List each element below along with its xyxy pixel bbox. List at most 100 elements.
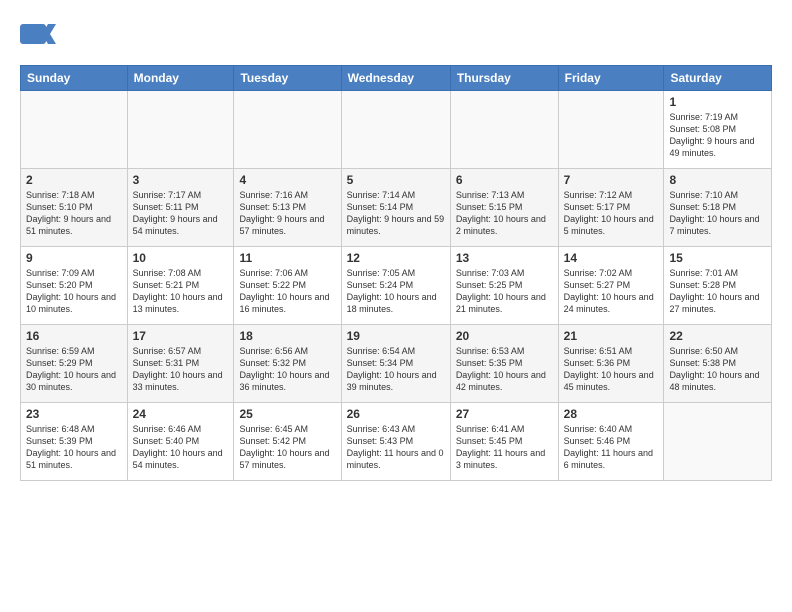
day-number: 16 [26,329,122,343]
calendar-cell: 18 Sunrise: 6:56 AM Sunset: 5:32 PM Dayli… [234,325,341,403]
day-number: 21 [564,329,659,343]
day-info: Sunrise: 6:54 AM Sunset: 5:34 PM Dayligh… [347,345,445,394]
day-info: Sunrise: 7:05 AM Sunset: 5:24 PM Dayligh… [347,267,445,316]
day-number: 10 [133,251,229,265]
day-number: 19 [347,329,445,343]
day-info: Sunrise: 6:51 AM Sunset: 5:36 PM Dayligh… [564,345,659,394]
day-number: 17 [133,329,229,343]
calendar-cell: 24 Sunrise: 6:46 AM Sunset: 5:40 PM Dayli… [127,403,234,481]
calendar-cell: 26 Sunrise: 6:43 AM Sunset: 5:43 PM Dayli… [341,403,450,481]
day-number: 3 [133,173,229,187]
calendar-table: SundayMondayTuesdayWednesdayThursdayFrid… [20,65,772,481]
calendar-week-5: 23 Sunrise: 6:48 AM Sunset: 5:39 PM Dayli… [21,403,772,481]
day-info: Sunrise: 7:06 AM Sunset: 5:22 PM Dayligh… [239,267,335,316]
calendar-cell: 14Sunrise: 7:02 AM Sunset: 5:27 PM Dayli… [558,247,664,325]
day-header-tuesday: Tuesday [234,66,341,91]
day-info: Sunrise: 7:12 AM Sunset: 5:17 PM Dayligh… [564,189,659,238]
day-number: 4 [239,173,335,187]
day-info: Sunrise: 6:50 AM Sunset: 5:38 PM Dayligh… [669,345,766,394]
day-number: 7 [564,173,659,187]
calendar-cell: 15 Sunrise: 7:01 AM Sunset: 5:28 PM Dayli… [664,247,772,325]
calendar-cell: 8Sunrise: 7:10 AM Sunset: 5:18 PM Daylig… [664,169,772,247]
calendar-week-4: 16 Sunrise: 6:59 AM Sunset: 5:29 PM Dayli… [21,325,772,403]
day-number: 23 [26,407,122,421]
calendar-cell: 4 Sunrise: 7:16 AM Sunset: 5:13 PM Daylig… [234,169,341,247]
calendar-cell: 23 Sunrise: 6:48 AM Sunset: 5:39 PM Dayli… [21,403,128,481]
day-number: 12 [347,251,445,265]
day-info: Sunrise: 6:45 AM Sunset: 5:42 PM Dayligh… [239,423,335,472]
day-number: 22 [669,329,766,343]
day-number: 18 [239,329,335,343]
day-number: 28 [564,407,659,421]
calendar-cell: 10 Sunrise: 7:08 AM Sunset: 5:21 PM Dayli… [127,247,234,325]
day-number: 15 [669,251,766,265]
calendar-cell: 7 Sunrise: 7:12 AM Sunset: 5:17 PM Daylig… [558,169,664,247]
day-info: Sunrise: 7:16 AM Sunset: 5:13 PM Dayligh… [239,189,335,238]
day-number: 1 [669,95,766,109]
calendar-week-2: 2Sunrise: 7:18 AM Sunset: 5:10 PM Daylig… [21,169,772,247]
calendar-cell: 28Sunrise: 6:40 AM Sunset: 5:46 PM Dayli… [558,403,664,481]
calendar-cell: 16 Sunrise: 6:59 AM Sunset: 5:29 PM Dayli… [21,325,128,403]
calendar-cell [127,91,234,169]
calendar-cell: 27 Sunrise: 6:41 AM Sunset: 5:45 PM Dayli… [450,403,558,481]
calendar-week-1: 1 Sunrise: 7:19 AM Sunset: 5:08 PM Daylig… [21,91,772,169]
calendar-cell: 3 Sunrise: 7:17 AM Sunset: 5:11 PM Daylig… [127,169,234,247]
day-info: Sunrise: 6:41 AM Sunset: 5:45 PM Dayligh… [456,423,553,472]
day-number: 8 [669,173,766,187]
day-number: 24 [133,407,229,421]
calendar-cell: 22 Sunrise: 6:50 AM Sunset: 5:38 PM Dayli… [664,325,772,403]
calendar-week-3: 9Sunrise: 7:09 AM Sunset: 5:20 PM Daylig… [21,247,772,325]
day-header-friday: Friday [558,66,664,91]
calendar-cell: 9Sunrise: 7:09 AM Sunset: 5:20 PM Daylig… [21,247,128,325]
calendar-cell: 21 Sunrise: 6:51 AM Sunset: 5:36 PM Dayli… [558,325,664,403]
day-header-monday: Monday [127,66,234,91]
day-header-thursday: Thursday [450,66,558,91]
day-header-sunday: Sunday [21,66,128,91]
day-number: 9 [26,251,122,265]
calendar-cell: 5Sunrise: 7:14 AM Sunset: 5:14 PM Daylig… [341,169,450,247]
calendar-cell: 13 Sunrise: 7:03 AM Sunset: 5:25 PM Dayli… [450,247,558,325]
day-number: 13 [456,251,553,265]
calendar-cell: 12 Sunrise: 7:05 AM Sunset: 5:24 PM Dayli… [341,247,450,325]
header [20,16,772,57]
logo [20,16,60,57]
calendar-cell: 2Sunrise: 7:18 AM Sunset: 5:10 PM Daylig… [21,169,128,247]
day-info: Sunrise: 7:08 AM Sunset: 5:21 PM Dayligh… [133,267,229,316]
calendar-header-row: SundayMondayTuesdayWednesdayThursdayFrid… [21,66,772,91]
calendar-cell: 1 Sunrise: 7:19 AM Sunset: 5:08 PM Daylig… [664,91,772,169]
day-number: 27 [456,407,553,421]
day-number: 26 [347,407,445,421]
day-info: Sunrise: 6:56 AM Sunset: 5:32 PM Dayligh… [239,345,335,394]
day-info: Sunrise: 7:03 AM Sunset: 5:25 PM Dayligh… [456,267,553,316]
day-number: 6 [456,173,553,187]
calendar-cell: 6 Sunrise: 7:13 AM Sunset: 5:15 PM Daylig… [450,169,558,247]
day-number: 11 [239,251,335,265]
day-info: Sunrise: 7:01 AM Sunset: 5:28 PM Dayligh… [669,267,766,316]
day-info: Sunrise: 7:17 AM Sunset: 5:11 PM Dayligh… [133,189,229,238]
calendar-cell: 20 Sunrise: 6:53 AM Sunset: 5:35 PM Dayli… [450,325,558,403]
calendar-cell: 25 Sunrise: 6:45 AM Sunset: 5:42 PM Dayli… [234,403,341,481]
day-number: 2 [26,173,122,187]
day-info: Sunrise: 6:48 AM Sunset: 5:39 PM Dayligh… [26,423,122,472]
calendar-cell [234,91,341,169]
day-header-saturday: Saturday [664,66,772,91]
day-number: 5 [347,173,445,187]
day-info: Sunrise: 6:53 AM Sunset: 5:35 PM Dayligh… [456,345,553,394]
calendar-cell [341,91,450,169]
day-number: 14 [564,251,659,265]
calendar-cell [558,91,664,169]
calendar-cell [664,403,772,481]
logo-icon [20,16,56,52]
day-number: 20 [456,329,553,343]
day-header-wednesday: Wednesday [341,66,450,91]
day-info: Sunrise: 7:13 AM Sunset: 5:15 PM Dayligh… [456,189,553,238]
calendar-cell [21,91,128,169]
day-info: Sunrise: 6:59 AM Sunset: 5:29 PM Dayligh… [26,345,122,394]
day-number: 25 [239,407,335,421]
calendar-cell: 19 Sunrise: 6:54 AM Sunset: 5:34 PM Dayli… [341,325,450,403]
calendar-cell: 17Sunrise: 6:57 AM Sunset: 5:31 PM Dayli… [127,325,234,403]
page: SundayMondayTuesdayWednesdayThursdayFrid… [0,0,792,612]
day-info: Sunrise: 6:46 AM Sunset: 5:40 PM Dayligh… [133,423,229,472]
day-info: Sunrise: 6:43 AM Sunset: 5:43 PM Dayligh… [347,423,445,472]
day-info: Sunrise: 7:19 AM Sunset: 5:08 PM Dayligh… [669,111,766,160]
